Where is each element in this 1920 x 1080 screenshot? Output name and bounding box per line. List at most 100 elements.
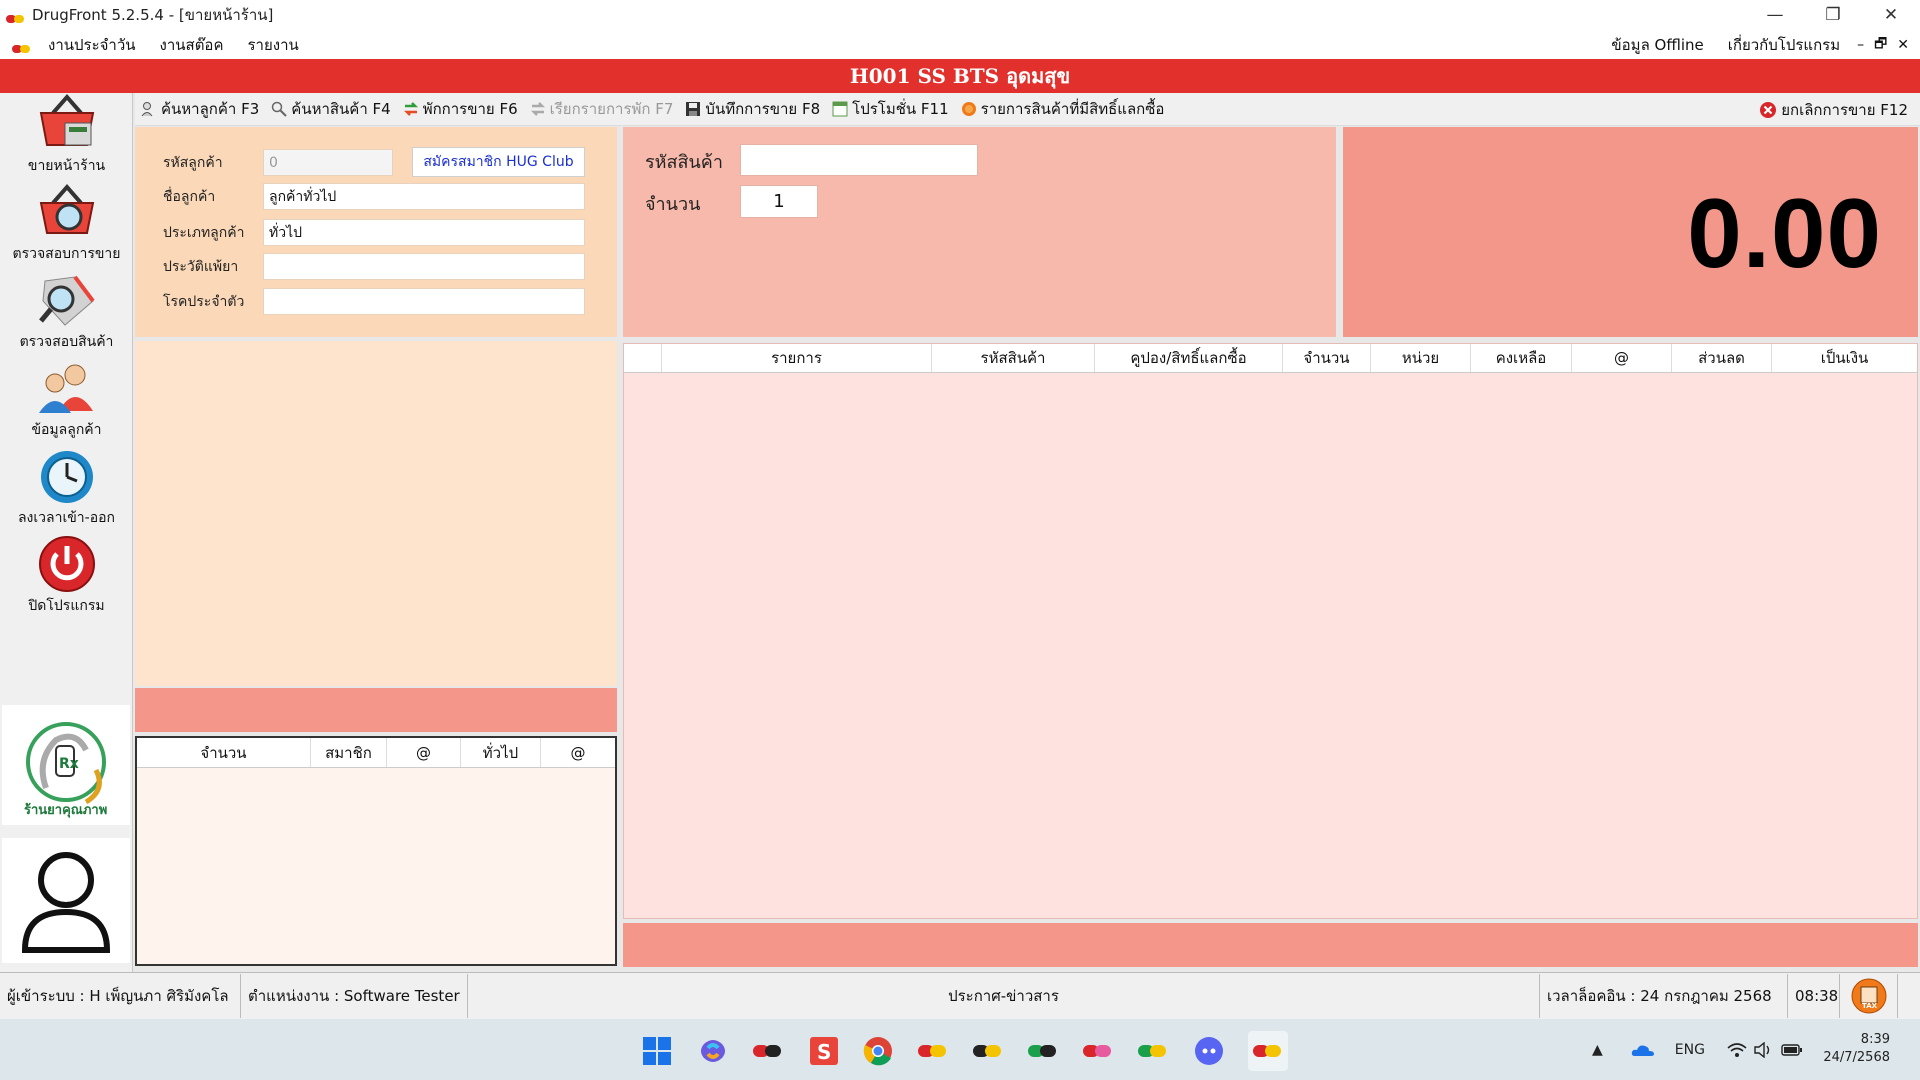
hold-sale-button[interactable]: พักการขาย F6 [397, 97, 524, 121]
mdi-minimize-button[interactable]: – [1852, 37, 1869, 53]
customer-search-button[interactable]: ค้นหาลูกค้า F3 [135, 97, 265, 121]
sidebar-item-timeclock[interactable]: ลงเวลาเข้า-ออก [0, 445, 133, 533]
customer-code-row: รหัสลูกค้า 0 [135, 149, 393, 176]
save-sale-button[interactable]: บันทึกการขาย F8 [679, 97, 826, 121]
save-icon [686, 102, 701, 116]
customer-code-field: 0 [263, 149, 393, 176]
button-label: เรียกรายการพัก F7 [549, 100, 674, 118]
s-app-icon[interactable]: S [808, 1035, 840, 1067]
chronic-disease-label: โรคประจำตัว [163, 293, 245, 310]
button-label: ค้นหาสินค้า F4 [291, 100, 391, 118]
basket-search-icon [39, 183, 94, 234]
column-header: ทั่วไป [461, 738, 541, 767]
customers-icon [38, 364, 93, 413]
volume-icon[interactable] [1753, 1041, 1773, 1058]
column-header[interactable]: รายการ [662, 344, 932, 372]
sidebar-item-product-check[interactable]: ตรวจสอบสินค้า [0, 269, 133, 357]
redeemable-items-button[interactable]: รายการสินค้าที่มีสิทธิ์แลกซื้อ [955, 97, 1171, 121]
sidebar-item-close-program[interactable]: ปิดโปรแกรม [0, 533, 133, 621]
customer-type-label: ประเภทลูกค้า [163, 224, 245, 241]
taskbar-clock[interactable]: 8:39 24/7/2568 [1823, 1031, 1890, 1067]
menu-offline-data[interactable]: ข้อมูล Offline [1599, 33, 1715, 57]
tray-overflow-icon[interactable]: ▲ [1592, 1042, 1603, 1058]
column-header[interactable]: หน่วย [1371, 344, 1471, 372]
column-header[interactable]: เป็นเงิน [1772, 344, 1917, 372]
drugstore-app-icon-4[interactable] [1027, 1035, 1059, 1067]
customer-name-field[interactable]: ลูกค้าทั่วไป [263, 183, 585, 210]
user-icon [21, 851, 111, 953]
branch-title: H001 SS BTS อุดมสุข [849, 64, 1071, 88]
button-label: ค้นหาลูกค้า F3 [161, 100, 260, 118]
drugstore-app-icon-2[interactable] [917, 1035, 949, 1067]
customer-name-row: ชื่อลูกค้า ลูกค้าทั่วไป [135, 183, 585, 210]
column-header[interactable]: ส่วนลด [1672, 344, 1772, 372]
menu-report[interactable]: รายงาน [235, 33, 310, 57]
menu-bar: งานประจำวัน งานสต๊อค รายงาน ข้อมูล Offli… [0, 30, 1920, 59]
sidebar-item-label: ตรวจสอบสินค้า [19, 334, 114, 350]
column-header: @ [570, 743, 586, 762]
restore-button[interactable]: ❐ [1804, 0, 1862, 30]
app-pill-icon [6, 10, 26, 23]
menu-about[interactable]: เกี่ยวกับโปรแกรม [1716, 33, 1852, 57]
close-button[interactable]: ✕ [1862, 0, 1920, 30]
column-header[interactable]: คงเหลือ [1471, 344, 1572, 372]
product-search-button[interactable]: ค้นหาสินค้า F4 [265, 97, 396, 121]
title-bar: DrugFront 5.2.5.4 - [ขายหน้าร้าน] — ❐ ✕ [0, 0, 1920, 30]
mdi-close-button[interactable]: ✕ [1892, 37, 1914, 53]
cancel-sale-button[interactable]: ยกเลิกการขาย F12 [1759, 93, 1908, 126]
product-entry-panel: รหัสสินค้า จำนวน 1 [623, 127, 1336, 337]
branch-header: H001 SS BTS อุดมสุข [0, 59, 1920, 93]
items-summary-bar [623, 923, 1918, 967]
minimize-button[interactable]: — [1746, 0, 1804, 30]
onedrive-icon[interactable] [1631, 1043, 1655, 1057]
sidebar-item-sale[interactable]: ขายหน้าร้าน [0, 93, 133, 181]
column-header[interactable]: รหัสสินค้า [932, 344, 1095, 372]
battery-icon[interactable] [1781, 1043, 1803, 1057]
drugfront-taskbar-icon[interactable] [1248, 1031, 1288, 1071]
button-label: โปรโมชั่น F11 [852, 100, 949, 118]
menu-daily[interactable]: งานประจำวัน [36, 33, 148, 57]
sale-items-grid[interactable]: รายการ รหัสสินค้า คูปอง/สิทธิ์แลกซื้อ จำ… [623, 343, 1918, 919]
column-header[interactable]: จำนวน [1283, 344, 1371, 372]
quantity-input[interactable]: 1 [740, 185, 818, 218]
drugstore-app-icon-3[interactable] [972, 1035, 1004, 1067]
product-search-icon [38, 275, 95, 326]
drugstore-app-icon-6[interactable] [1137, 1035, 1169, 1067]
column-header[interactable]: @ [1572, 344, 1672, 372]
product-code-input[interactable] [740, 144, 978, 176]
price-tier-table: จำนวน สมาชิก @ ทั่วไป @ [135, 736, 617, 966]
customer-name-label: ชื่อลูกค้า [163, 188, 216, 205]
sidebar-item-customers[interactable]: ข้อมูลลูกค้า [0, 357, 133, 445]
windows-start-icon[interactable] [641, 1035, 673, 1067]
drugstore-app-icon-1[interactable] [752, 1035, 784, 1067]
column-header[interactable]: คูปอง/สิทธิ์แลกซื้อ [1095, 344, 1283, 372]
customer-type-row: ประเภทลูกค้า ทั่วไป [135, 219, 585, 246]
drug-allergy-field[interactable] [263, 253, 585, 280]
wifi-icon[interactable] [1727, 1042, 1747, 1058]
customer-code-label: รหัสลูกค้า [163, 154, 223, 171]
window-title: DrugFront 5.2.5.4 - [ขายหน้าร้าน] [32, 6, 274, 24]
tax-button[interactable]: TAX [1840, 974, 1898, 1018]
product-code-label: รหัสสินค้า [645, 152, 723, 173]
mdi-restore-button[interactable]: 🗗 [1869, 33, 1892, 57]
redeem-icon [961, 102, 976, 116]
clock-time: 8:39 [1860, 1032, 1890, 1047]
copilot-icon[interactable] [697, 1035, 729, 1067]
recall-held-button[interactable]: เรียกรายการพัก F7 [524, 97, 680, 121]
chrome-icon[interactable] [862, 1035, 894, 1067]
menu-app-icon [12, 40, 32, 53]
language-indicator[interactable]: ENG [1675, 1042, 1705, 1058]
svg-text:Rx: Rx [59, 756, 79, 772]
recall-icon [530, 102, 545, 116]
price-tier-header: จำนวน สมาชิก @ ทั่วไป @ [137, 738, 615, 768]
menu-stock[interactable]: งานสต๊อค [148, 33, 236, 57]
discord-icon[interactable] [1193, 1035, 1225, 1067]
user-avatar[interactable] [2, 838, 130, 963]
promotion-button[interactable]: โปรโมชั่น F11 [826, 97, 955, 121]
chronic-disease-field[interactable] [263, 288, 585, 315]
drugstore-app-icon-5[interactable] [1082, 1035, 1114, 1067]
hug-club-signup-button[interactable]: สมัครสมาชิก HUG Club [412, 147, 585, 177]
column-header: @ [387, 738, 461, 767]
sidebar-item-sales-check[interactable]: ตรวจสอบการขาย [0, 181, 133, 269]
customer-type-field[interactable]: ทั่วไป [263, 219, 585, 246]
